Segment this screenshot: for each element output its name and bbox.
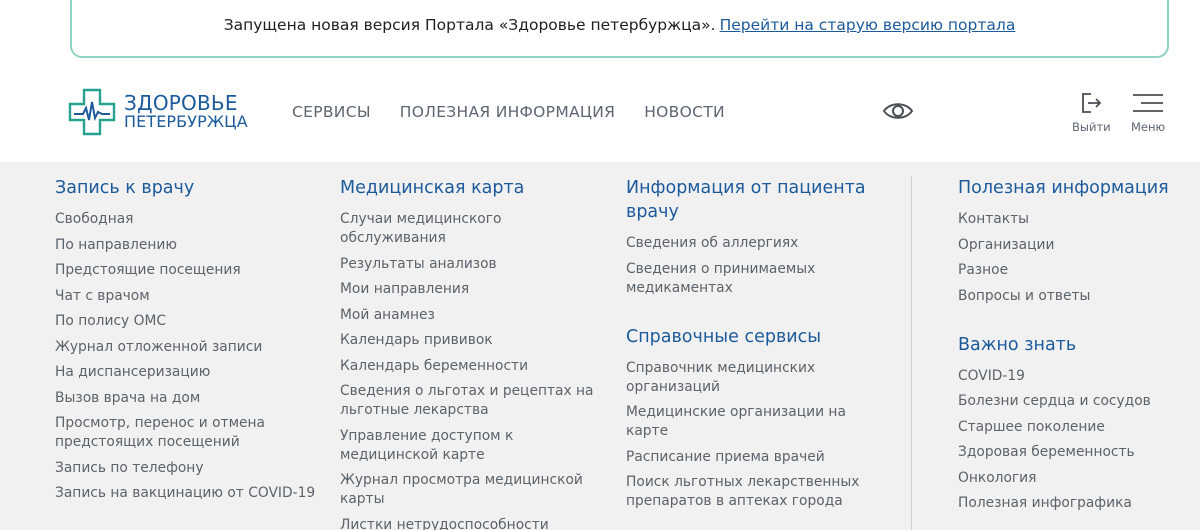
column-appointments: Запись к врачу Свободная По направлению … [55,176,325,510]
menu-link[interactable]: Сведения об аллергиях [626,234,876,253]
menu-link[interactable]: Мой анамнез [340,306,610,325]
menu-link[interactable]: Результаты анализов [340,255,610,274]
menu-link[interactable]: Вызов врача на дом [55,389,325,408]
cross-pulse-icon [68,88,116,136]
menu-link[interactable]: Предстоящие посещения [55,261,325,280]
menu-link[interactable]: Свободная [55,210,325,229]
column-useful-info: Полезная информация Контакты Организации… [958,176,1188,520]
column-divider [911,176,912,530]
menu-link[interactable]: Контакты [958,210,1188,229]
menu-link[interactable]: Онкология [958,469,1188,488]
column-title[interactable]: Запись к врачу [55,176,325,200]
menu-link[interactable]: На диспансеризацию [55,363,325,382]
menu-button[interactable]: Меню [1131,92,1165,134]
logout-label: Выйти [1072,120,1111,134]
menu-link[interactable]: Здоровая беременность [958,443,1188,462]
menu-link[interactable]: COVID-19 [958,367,1188,386]
banner-text: Запущена новая версия Портала «Здоровье … [223,16,716,34]
logo[interactable]: ЗДОРОВЬЕ ПЕТЕРБУРЖЦА [68,88,248,136]
column-patient-info: Информация от пациента врачу Сведения об… [626,176,876,518]
menu-link[interactable]: По направлению [55,236,325,255]
menu-link[interactable]: Вопросы и ответы [958,287,1188,306]
menu-link[interactable]: Организации [958,236,1188,255]
logo-text: ЗДОРОВЬЕ ПЕТЕРБУРЖЦА [124,93,248,131]
menu-link[interactable]: Медицинские организации на карте [626,403,876,441]
column-title-reference-services[interactable]: Справочные сервисы [626,325,876,349]
menu-link[interactable]: Просмотр, перенос и отмена предстоящих п… [55,414,325,452]
menu-link[interactable]: Листки нетрудоспособности [340,516,610,530]
column-medical-card: Медицинская карта Случаи медицинского об… [340,176,610,530]
menu-link[interactable]: Сведения о принимаемых медикаментах [626,260,876,298]
nav-news[interactable]: НОВОСТИ [644,103,725,121]
nav-services[interactable]: СЕРВИСЫ [292,103,371,121]
menu-link[interactable]: Справочник медицинских организаций [626,359,876,397]
menu-link[interactable]: Старшее поколение [958,418,1188,437]
menu-link[interactable]: Поиск льготных лекарственных препаратов … [626,473,876,511]
menu-link[interactable]: Болезни сердца и сосудов [958,392,1188,411]
site-header: ЗДОРОВЬЕ ПЕТЕРБУРЖЦА СЕРВИСЫ ПОЛЕЗНАЯ ИН… [0,58,1200,162]
nav-useful-info[interactable]: ПОЛЕЗНАЯ ИНФОРМАЦИЯ [400,103,615,121]
menu-link[interactable]: Календарь беременности [340,357,610,376]
main-nav: СЕРВИСЫ ПОЛЕЗНАЯ ИНФОРМАЦИЯ НОВОСТИ [292,103,725,121]
menu-panel: Запись к врачу Свободная По направлению … [0,162,1200,530]
menu-link[interactable]: По полису ОМС [55,312,325,331]
logo-line2: ПЕТЕРБУРЖЦА [124,112,248,132]
column-title[interactable]: Полезная информация [958,176,1188,200]
menu-link[interactable]: Запись по телефону [55,459,325,478]
menu-link[interactable]: Чат с врачом [55,287,325,306]
menu-link[interactable]: Управление доступом к медицинской карте [340,427,610,465]
column-title-important[interactable]: Важно знать [958,333,1188,357]
logout-icon [1082,93,1102,113]
menu-link[interactable]: Мои направления [340,280,610,299]
menu-link[interactable]: Полезная инфографика [958,494,1188,513]
menu-link[interactable]: Запись на вакцинацию от COVID-19 [55,484,325,503]
column-title[interactable]: Медицинская карта [340,176,610,200]
logo-line1: ЗДОРОВЬЕ [124,91,238,116]
menu-link[interactable]: Расписание приема врачей [626,448,876,467]
eye-icon[interactable] [882,100,914,126]
logout-button[interactable]: Выйти [1072,92,1111,134]
old-version-link[interactable]: Перейти на старую версию портала [720,16,1016,34]
menu-link[interactable]: Календарь прививок [340,331,610,350]
menu-link[interactable]: Журнал отложенной записи [55,338,325,357]
new-version-banner: Запущена новая версия Портала «Здоровье … [70,0,1169,58]
menu-link[interactable]: Сведения о льготах и рецептах на льготны… [340,382,610,420]
hamburger-icon [1133,94,1164,112]
column-title[interactable]: Информация от пациента врачу [626,176,876,224]
menu-link[interactable]: Случаи медицинского обслуживания [340,210,610,248]
menu-link[interactable]: Журнал просмотра медицинской карты [340,471,610,509]
menu-link[interactable]: Разное [958,261,1188,280]
menu-label: Меню [1131,120,1166,134]
